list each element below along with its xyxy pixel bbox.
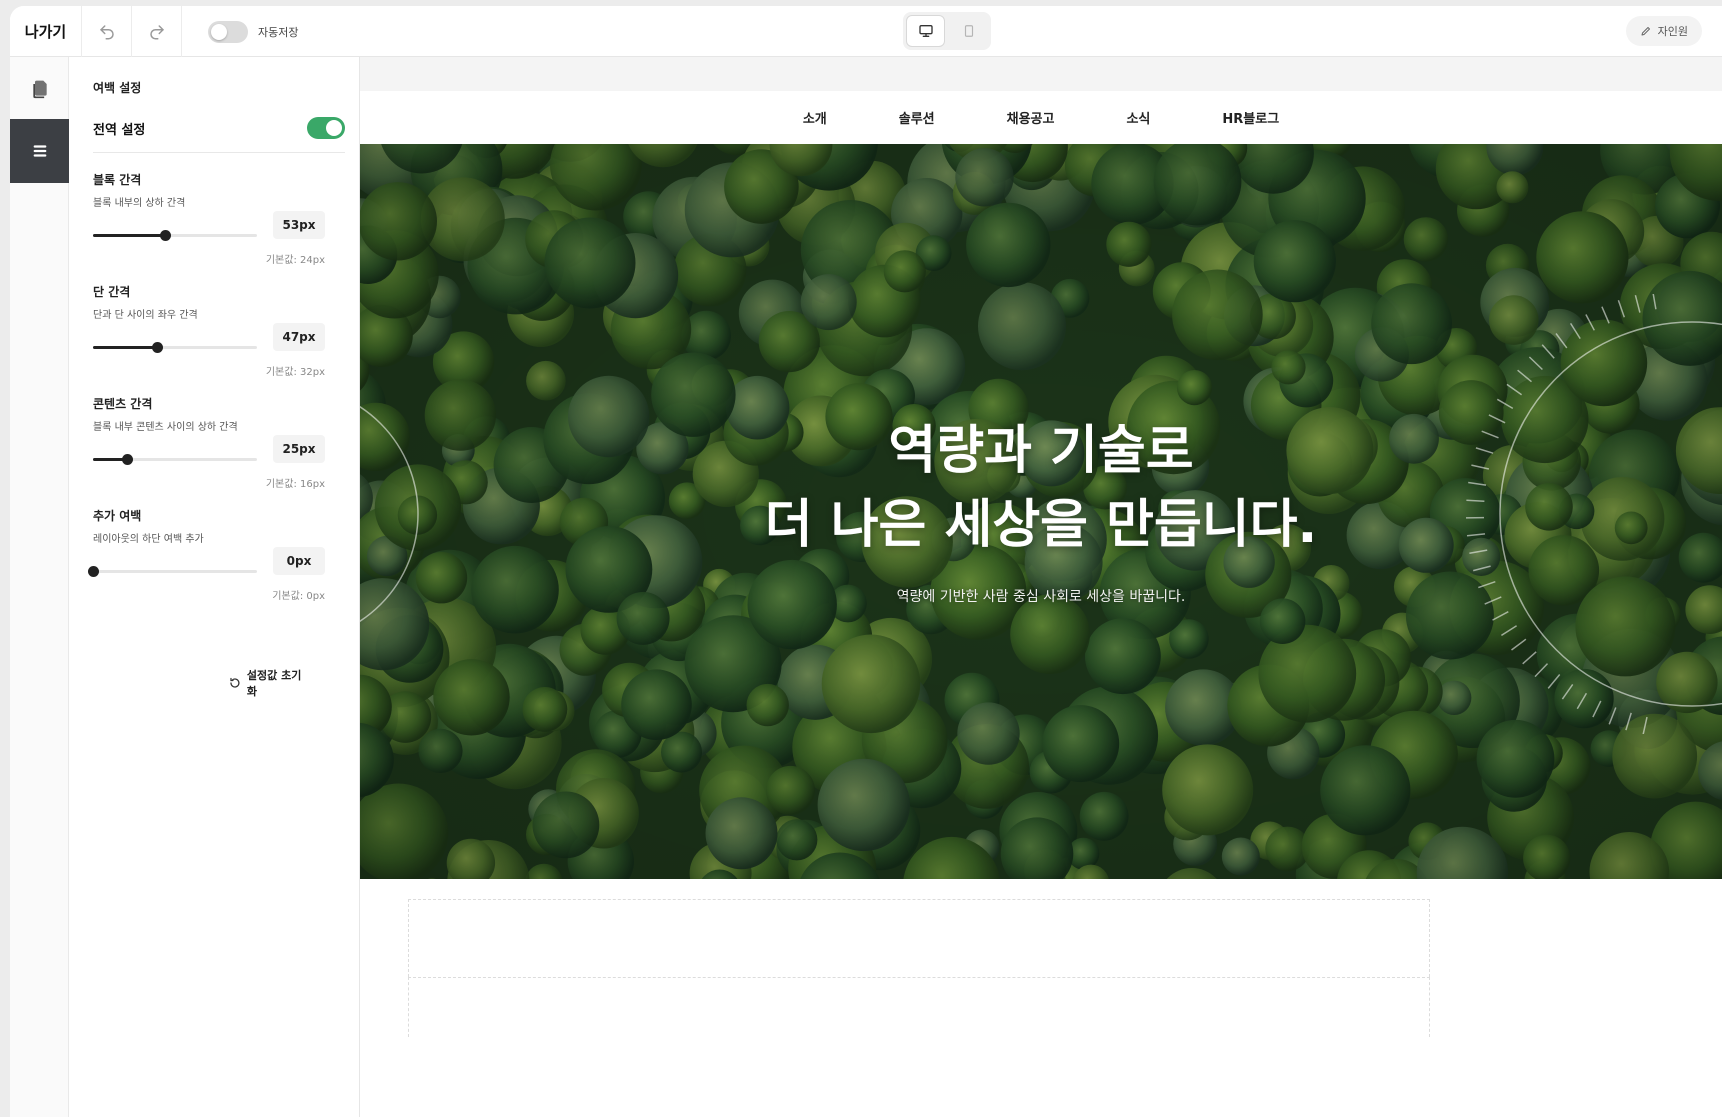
hero-section[interactable]: 역량과 기술로 더 나은 세상을 만듭니다. 역량에 기반한 사람 중심 사회로… bbox=[360, 144, 1722, 879]
slider-fill bbox=[93, 346, 157, 349]
slider-thumb[interactable] bbox=[88, 566, 99, 577]
undo-button[interactable] bbox=[82, 6, 132, 57]
reset-settings-button[interactable]: 설정값 초기화 bbox=[229, 669, 311, 698]
editor-app: 나가기 자동저장 자인원 여백 설정 전역 설정 블록 간격 블록 내부의 상하… bbox=[10, 6, 1722, 1117]
preview-canvas: 소개 솔루션 채용공고 소식 HR블로그 역량과 기술로 더 나은 세상을 만듭… bbox=[360, 57, 1722, 1117]
resume-button[interactable]: 자인원 bbox=[1625, 16, 1702, 46]
slider-fill bbox=[93, 234, 166, 237]
slider-thumb[interactable] bbox=[151, 342, 163, 353]
hero-title: 역량과 기술로 더 나은 세상을 만듭니다. bbox=[360, 414, 1722, 562]
reset-icon bbox=[230, 677, 240, 688]
global-setting-row: 전역 설정 bbox=[93, 113, 345, 153]
setting-column-gap: 단 간격 단과 단 사이의 좌우 간격 47px 기본값: 32px bbox=[93, 283, 333, 383]
setting-default-value: 기본값: 24px bbox=[265, 255, 325, 266]
setting-description: 레이아웃의 하단 여백 추가 bbox=[93, 534, 204, 545]
autosave-control: 자동저장 bbox=[208, 19, 298, 45]
hero-title-line-1: 역량과 기술로 bbox=[888, 421, 1194, 481]
setting-default-value: 기본값: 32px bbox=[265, 367, 325, 378]
hero-title-line-2: 더 나은 세상을 만듭니다. bbox=[764, 495, 1318, 555]
resume-label: 자인원 bbox=[1657, 25, 1688, 38]
rail-pages-button[interactable] bbox=[10, 57, 69, 121]
autosave-toggle[interactable] bbox=[208, 21, 248, 43]
setting-value-input[interactable]: 25px bbox=[273, 435, 325, 463]
setting-slider[interactable] bbox=[93, 342, 257, 353]
global-setting-label: 전역 설정 bbox=[93, 123, 146, 138]
reset-label: 설정값 초기화 bbox=[246, 669, 302, 698]
empty-block-placeholder[interactable] bbox=[408, 977, 1430, 1037]
slider-thumb[interactable] bbox=[160, 230, 172, 241]
setting-description: 단과 단 사이의 좌우 간격 bbox=[93, 310, 198, 321]
setting-title: 블록 간격 bbox=[93, 173, 142, 187]
nav-item-news[interactable]: 소식 bbox=[1116, 108, 1160, 127]
rail-layout-button[interactable] bbox=[10, 119, 69, 183]
setting-title: 추가 여백 bbox=[93, 509, 142, 523]
pencil-icon bbox=[1641, 27, 1650, 36]
setting-value-input[interactable]: 0px bbox=[273, 547, 325, 575]
autosave-label: 자동저장 bbox=[258, 26, 299, 39]
setting-default-value: 기본값: 16px bbox=[265, 479, 325, 490]
setting-title: 단 간격 bbox=[93, 285, 131, 299]
global-setting-toggle[interactable] bbox=[307, 117, 345, 139]
setting-slider[interactable] bbox=[88, 566, 257, 577]
panel-title: 여백 설정 bbox=[93, 81, 142, 95]
slider-thumb[interactable] bbox=[122, 454, 134, 465]
setting-default-value: 기본값: 0px bbox=[272, 591, 325, 602]
setting-block-gap: 블록 간격 블록 내부의 상하 간격 53px 기본값: 24px bbox=[93, 171, 333, 271]
spacing-settings-panel: 여백 설정 전역 설정 블록 간격 블록 내부의 상하 간격 53px 기본값:… bbox=[69, 57, 360, 1117]
monitor-icon bbox=[918, 24, 933, 37]
setting-slider[interactable] bbox=[93, 454, 257, 465]
setting-description: 블록 내부의 상하 간격 bbox=[93, 198, 186, 209]
undo-icon bbox=[99, 24, 114, 39]
icon-rail bbox=[10, 57, 69, 1117]
site-preview: 소개 솔루션 채용공고 소식 HR블로그 역량과 기술로 더 나은 세상을 만듭… bbox=[360, 91, 1722, 1117]
setting-content-gap: 콘텐츠 간격 블록 내부 콘텐츠 사이의 상하 간격 25px 기본값: 16p… bbox=[93, 395, 333, 495]
setting-value-input[interactable]: 47px bbox=[273, 323, 325, 351]
nav-item-solutions[interactable]: 솔루션 bbox=[889, 108, 945, 127]
desktop-view-button[interactable] bbox=[906, 15, 946, 47]
site-nav: 소개 솔루션 채용공고 소식 HR블로그 bbox=[360, 91, 1722, 144]
nav-item-about[interactable]: 소개 bbox=[793, 108, 837, 127]
mobile-icon bbox=[964, 25, 973, 37]
mobile-view-button[interactable] bbox=[949, 15, 988, 47]
exit-button[interactable]: 나가기 bbox=[10, 6, 82, 57]
setting-value-input[interactable]: 53px bbox=[273, 211, 325, 239]
setting-extra-margin: 추가 여백 레이아웃의 하단 여백 추가 0px 기본값: 0px bbox=[88, 507, 333, 607]
redo-icon bbox=[149, 24, 164, 39]
nav-item-careers[interactable]: 채용공고 bbox=[997, 108, 1065, 127]
nav-item-hr-blog[interactable]: HR블로그 bbox=[1212, 108, 1289, 127]
hero-subtitle: 역량에 기반한 사람 중심 사회로 세상을 바꿉니다. bbox=[896, 589, 1186, 605]
redo-button[interactable] bbox=[132, 6, 182, 57]
pages-icon bbox=[32, 80, 47, 99]
setting-slider[interactable] bbox=[93, 230, 257, 241]
setting-title: 콘텐츠 간격 bbox=[93, 397, 153, 411]
top-toolbar: 나가기 자동저장 자인원 bbox=[10, 6, 1722, 57]
device-switcher bbox=[903, 12, 991, 50]
setting-description: 블록 내부 콘텐츠 사이의 상하 간격 bbox=[93, 422, 238, 433]
empty-block-placeholder[interactable] bbox=[408, 899, 1430, 977]
menu-lines-icon bbox=[33, 145, 46, 157]
